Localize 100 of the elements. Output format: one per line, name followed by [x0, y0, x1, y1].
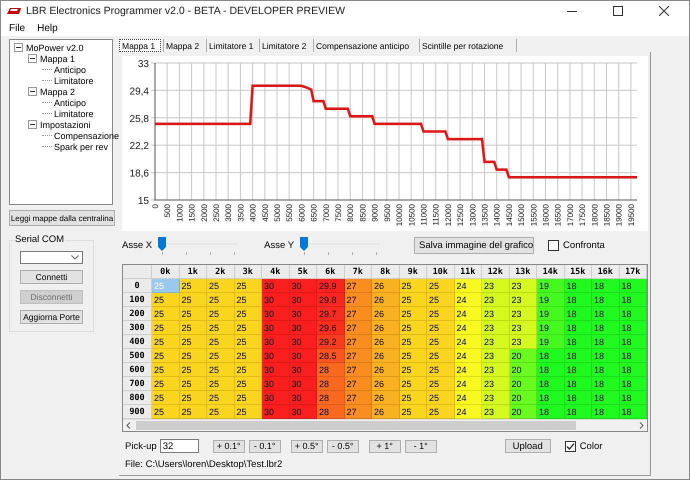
table-cell[interactable]: 25	[427, 321, 454, 335]
table-cell[interactable]: 18	[620, 405, 647, 419]
table-cell[interactable]: 18	[564, 321, 592, 335]
table-cell[interactable]: 18	[537, 391, 564, 405]
table-cell[interactable]: 18	[564, 293, 592, 307]
table-cell[interactable]: 20	[510, 405, 537, 419]
table-cell[interactable]: 30	[262, 391, 290, 405]
table-cell[interactable]: 18	[620, 279, 647, 293]
table-cell[interactable]: 25	[207, 279, 234, 293]
table-cell[interactable]: 18	[592, 377, 620, 391]
table-cell[interactable]: 18	[592, 293, 620, 307]
table-cell[interactable]: 28.5	[317, 349, 344, 363]
table-cell[interactable]: 23	[510, 307, 537, 321]
table-cell[interactable]: 30	[290, 321, 317, 335]
table-cell[interactable]: 30	[262, 405, 290, 419]
table-cell[interactable]: 18	[592, 335, 620, 349]
table-cell[interactable]: 23	[482, 363, 510, 377]
table-cell[interactable]: 23	[510, 335, 537, 349]
serial-button[interactable]: Connetti	[20, 270, 83, 284]
table-cell[interactable]: 18	[620, 321, 647, 335]
slider-thumb[interactable]	[158, 237, 166, 251]
save-chart-button[interactable]: Salva immagine del grafico	[414, 236, 534, 254]
table-cell[interactable]: 25	[152, 391, 180, 405]
table-cell[interactable]: 24	[454, 307, 482, 321]
table-cell[interactable]: 26	[372, 349, 400, 363]
table-cell[interactable]: 29.8	[317, 293, 344, 307]
table-cell[interactable]: 25	[207, 321, 234, 335]
tree-item[interactable]: Impostazioni	[40, 120, 91, 130]
tree-item[interactable]: Spark per rev	[54, 142, 108, 152]
table-cell[interactable]: 23	[510, 293, 537, 307]
table-cell[interactable]: 26	[372, 377, 400, 391]
step-button[interactable]: + 1°	[368, 440, 401, 452]
table-cell[interactable]: 18	[592, 391, 620, 405]
table-cell[interactable]: 18	[564, 363, 592, 377]
collapse-icon[interactable]	[14, 43, 23, 52]
table-cell[interactable]: 25	[400, 391, 427, 405]
table-cell[interactable]: 25	[207, 349, 234, 363]
table-cell[interactable]: 25	[180, 391, 207, 405]
collapse-icon[interactable]	[28, 54, 37, 63]
table-cell[interactable]: 25	[180, 321, 207, 335]
table-cell[interactable]: 25	[400, 279, 427, 293]
table-cell[interactable]: 29.6	[317, 321, 344, 335]
table-cell[interactable]: 18	[537, 349, 564, 363]
table-cell[interactable]: 25	[207, 405, 234, 419]
slider-thumb[interactable]	[300, 237, 308, 251]
table-cell[interactable]: 25	[400, 363, 427, 377]
table-cell[interactable]: 19	[537, 293, 564, 307]
collapse-icon[interactable]	[28, 120, 37, 129]
table-cell[interactable]: 25	[152, 363, 180, 377]
table-cell[interactable]: 25	[234, 293, 262, 307]
table-cell[interactable]: 25	[207, 391, 234, 405]
table-cell[interactable]: 24	[454, 349, 482, 363]
tree-item[interactable]: Anticipo	[54, 98, 86, 108]
table-cell[interactable]: 30	[290, 293, 317, 307]
table-cell[interactable]: 25	[234, 391, 262, 405]
table-cell[interactable]: 28	[317, 363, 344, 377]
table-cell[interactable]: 25	[234, 321, 262, 335]
table-cell[interactable]: 27	[344, 293, 372, 307]
table-cell[interactable]: 25	[234, 405, 262, 419]
table-cell[interactable]: 25	[234, 377, 262, 391]
table-cell[interactable]: 23	[482, 321, 510, 335]
table-cell[interactable]: 25	[207, 335, 234, 349]
table-cell[interactable]: 25	[152, 307, 180, 321]
table-cell[interactable]: 25	[427, 349, 454, 363]
table-cell[interactable]: 19	[537, 279, 564, 293]
table-cell[interactable]: 25	[427, 335, 454, 349]
table-cell[interactable]: 23	[482, 293, 510, 307]
table-cell[interactable]: 25	[180, 377, 207, 391]
table-cell[interactable]: 18	[620, 377, 647, 391]
table-cell[interactable]: 30	[262, 321, 290, 335]
table-cell[interactable]: 18	[564, 377, 592, 391]
table-cell[interactable]: 25	[207, 307, 234, 321]
table-cell[interactable]: 23	[482, 391, 510, 405]
maximize-icon[interactable]	[613, 6, 623, 16]
table-cell[interactable]: 25	[400, 349, 427, 363]
table-cell[interactable]: 25	[207, 377, 234, 391]
table-cell[interactable]: 27	[344, 405, 372, 419]
table-cell[interactable]: 25	[152, 335, 180, 349]
table-cell[interactable]: 19	[537, 335, 564, 349]
table-cell[interactable]: 25	[427, 405, 454, 419]
table-cell[interactable]: 18	[592, 321, 620, 335]
table-cell[interactable]: 18	[564, 307, 592, 321]
tree-item[interactable]: Limitatore	[54, 108, 94, 118]
table-cell[interactable]: 25	[234, 335, 262, 349]
serial-button[interactable]: Aggiorna Porte	[20, 310, 83, 324]
tree-item[interactable]: MoPower v2.0	[26, 42, 84, 52]
table-cell[interactable]: 25	[152, 321, 180, 335]
menu-item[interactable]: File	[9, 23, 26, 34]
step-button[interactable]: - 0.5°	[326, 440, 359, 452]
table-cell[interactable]: 30	[290, 391, 317, 405]
table-cell[interactable]: 18	[620, 307, 647, 321]
table-cell[interactable]: 27	[344, 363, 372, 377]
table-cell[interactable]: 19	[537, 307, 564, 321]
table-cell[interactable]: 20	[510, 349, 537, 363]
table-cell[interactable]: 25	[152, 293, 180, 307]
table-cell[interactable]: 30	[262, 279, 290, 293]
table-cell[interactable]: 24	[454, 321, 482, 335]
table-cell[interactable]: 25	[234, 349, 262, 363]
tab[interactable]: Scintille per rotazione	[419, 39, 517, 52]
table-cell[interactable]: 25	[207, 293, 234, 307]
